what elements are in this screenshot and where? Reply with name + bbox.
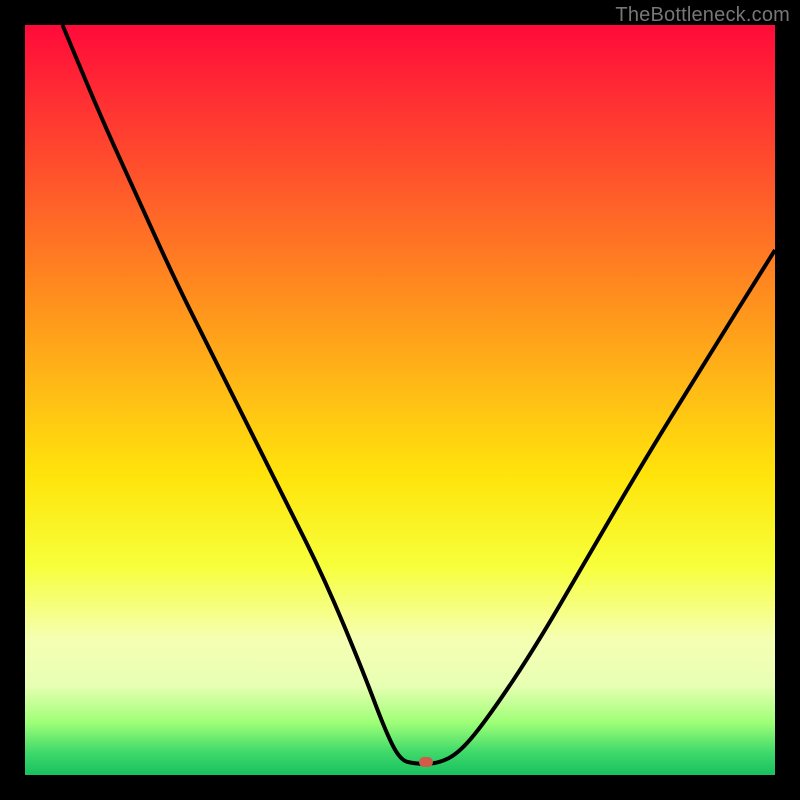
optimum-marker [419,757,433,767]
chart-frame: TheBottleneck.com [0,0,800,800]
curve-svg [25,25,775,775]
plot-area [25,25,775,775]
watermark-text: TheBottleneck.com [615,4,790,27]
bottleneck-curve [63,25,776,764]
